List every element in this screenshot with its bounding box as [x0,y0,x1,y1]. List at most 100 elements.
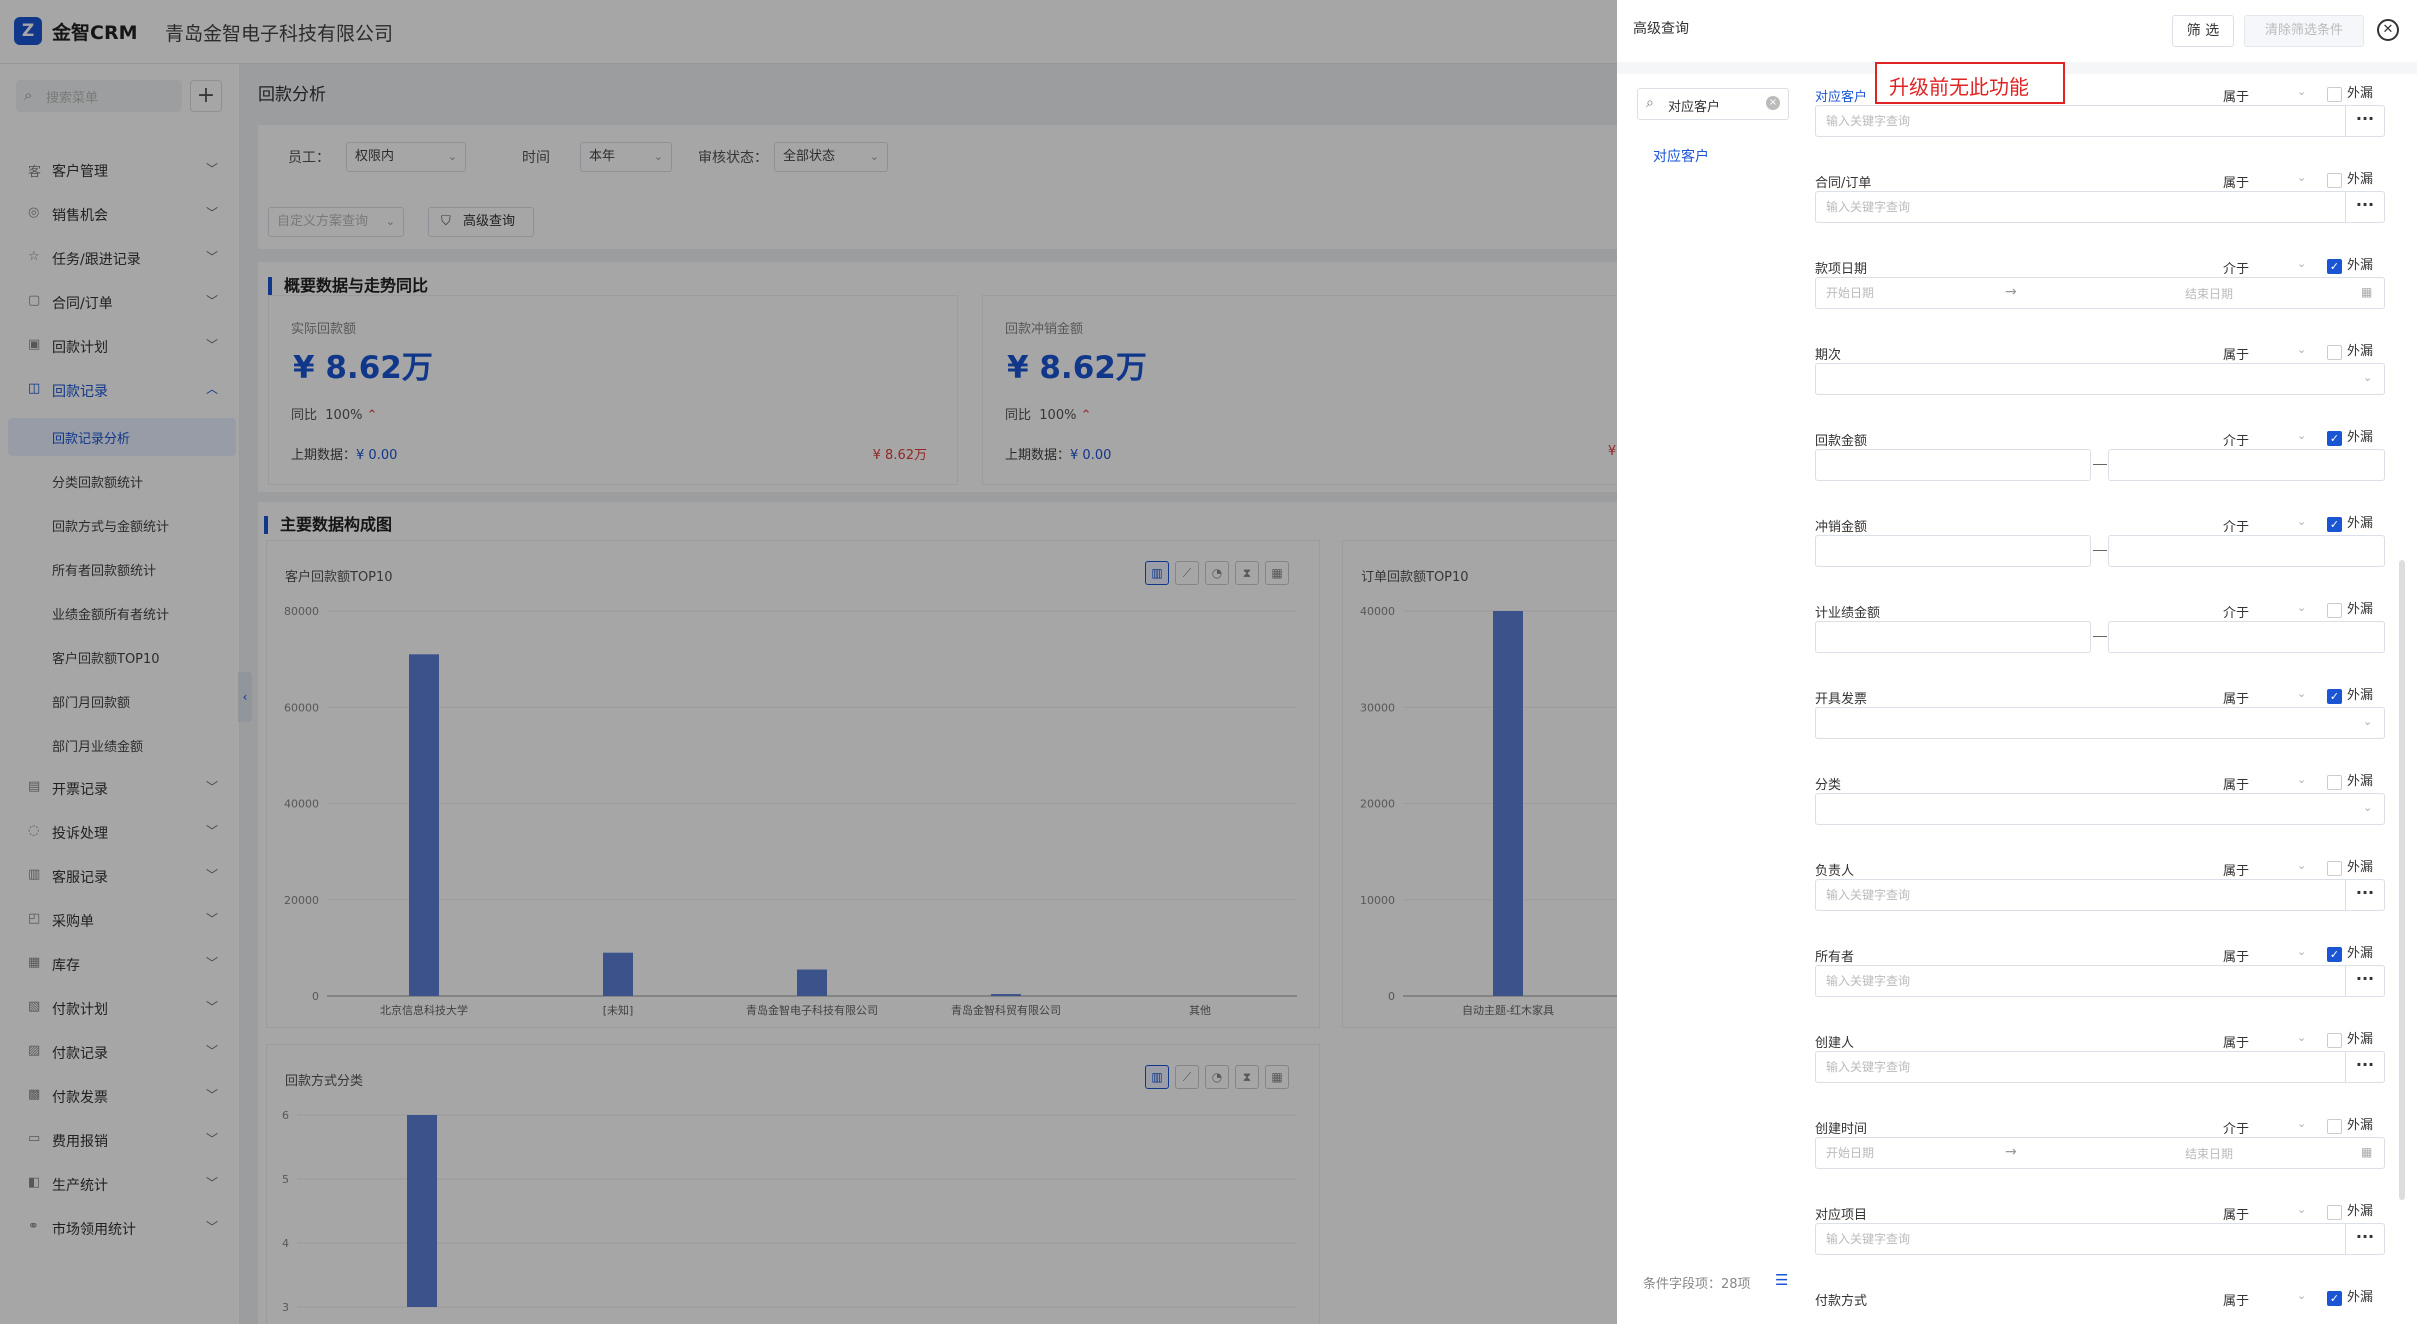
clear-icon[interactable]: × [1766,96,1780,110]
condition-operator[interactable]: 属于 [2223,1032,2249,1051]
condition-operator[interactable]: 属于 [2223,86,2249,105]
exclude-checkbox[interactable]: ✓ [2327,517,2342,532]
condition-operator[interactable]: 属于 [2223,344,2249,363]
exclude-checkbox[interactable] [2327,1033,2342,1048]
condition-row: 回款金额 介于 ⌄ ✓ 外漏 [1815,429,2385,516]
range-max-input[interactable] [2108,535,2385,567]
chevron-down-icon: ⌄ [2297,859,2307,872]
date-range-input[interactable]: 开始日期 [1815,277,2385,309]
condition-field-name: 合同/订单 [1815,176,1872,191]
condition-field-name: 对应项目 [1815,1208,1868,1223]
settings-icon[interactable]: ☰ [1775,1271,1788,1289]
keyword-input[interactable]: 输入关键字查询 [1815,105,2347,137]
more-icon[interactable]: ··· [2345,191,2385,223]
field-search-result[interactable]: 对应客户 [1653,146,1709,166]
start-date-placeholder: 开始日期 [1826,286,1875,300]
modal-overlay[interactable] [0,0,1617,1324]
more-icon[interactable]: ··· [2345,1051,2385,1083]
scrollbar[interactable] [2399,560,2405,1200]
select-input[interactable] [1815,707,2385,739]
condition-operator[interactable]: 属于 [2223,688,2249,707]
chevron-down-icon: ⌄ [2297,515,2307,528]
range-separator [2093,636,2107,637]
condition-row: 对应项目 属于 ⌄ 外漏 输入关键字查询 ··· [1815,1203,2385,1290]
range-max-input[interactable] [2108,449,2385,481]
range-separator [2093,550,2107,551]
more-icon[interactable]: ··· [2345,879,2385,911]
exclude-checkbox[interactable] [2327,87,2342,102]
condition-row: 分类 属于 ⌄ 外漏 ⌄ [1815,773,2385,860]
drawer-title: 高级查询 [1633,21,1689,37]
chevron-down-icon: ⌄ [2363,371,2373,384]
exclude-checkbox[interactable]: ✓ [2327,1291,2342,1306]
condition-field-name: 创建时间 [1815,1122,1868,1137]
range-max-input[interactable] [2108,621,2385,653]
select-input[interactable] [1815,793,2385,825]
keyword-input[interactable]: 输入关键字查询 [1815,879,2347,911]
exclude-label: 外漏 [2347,1032,2374,1047]
condition-operator[interactable]: 属于 [2223,946,2249,965]
condition-field-name: 对应客户 [1815,90,1868,105]
more-icon[interactable]: ··· [2345,965,2385,997]
exclude-checkbox[interactable] [2327,345,2342,360]
exclude-label: 外漏 [2347,516,2374,531]
field-search-input[interactable]: ⌕ 对应客户 × [1637,88,1789,120]
exclude-label: 外漏 [2347,602,2374,617]
condition-operator[interactable]: 属于 [2223,172,2249,191]
keyword-input[interactable]: 输入关键字查询 [1815,191,2347,223]
chevron-down-icon: ⌄ [2363,801,2373,814]
advanced-query-drawer: 高级查询 筛 选 清除筛选条件 ✕ ⌕ 对应客户 × 对应客户 条件字段项：28… [1617,0,2417,1324]
condition-operator[interactable]: 属于 [2223,860,2249,879]
annotation-callout: 升级前无此功能 [1875,62,2065,104]
more-icon[interactable]: ··· [2345,1223,2385,1255]
exclude-checkbox[interactable] [2327,1205,2342,1220]
field-search-value: 对应客户 [1668,100,1721,115]
keyword-placeholder: 输入关键字查询 [1826,888,1911,902]
exclude-checkbox[interactable] [2327,603,2342,618]
condition-operator[interactable]: 介于 [2223,1118,2249,1137]
filter-button[interactable]: 筛 选 [2172,15,2234,47]
exclude-checkbox[interactable] [2327,173,2342,188]
start-date-placeholder: 开始日期 [1826,1146,1875,1160]
keyword-input[interactable]: 输入关键字查询 [1815,1223,2347,1255]
arrow-right-icon: → [2005,284,2017,300]
condition-operator[interactable]: 介于 [2223,258,2249,277]
condition-row: 期次 属于 ⌄ 外漏 ⌄ [1815,343,2385,430]
exclude-checkbox[interactable]: ✓ [2327,259,2342,274]
exclude-label: 外漏 [2347,172,2374,187]
more-icon[interactable]: ··· [2345,105,2385,137]
condition-field-name: 分类 [1815,778,1842,793]
range-min-input[interactable] [1815,535,2091,567]
condition-row: 款项日期 介于 ⌄ ✓ 外漏 开始日期 → 结束日期 ▦ [1815,257,2385,344]
keyword-placeholder: 输入关键字查询 [1826,1060,1911,1074]
exclude-checkbox[interactable]: ✓ [2327,431,2342,446]
keyword-input[interactable]: 输入关键字查询 [1815,1051,2347,1083]
condition-operator[interactable]: 介于 [2223,516,2249,535]
range-min-input[interactable] [1815,449,2091,481]
chevron-down-icon: ⌄ [2297,257,2307,270]
select-input[interactable] [1815,363,2385,395]
exclude-checkbox[interactable] [2327,775,2342,790]
range-min-input[interactable] [1815,621,2091,653]
condition-operator[interactable]: 介于 [2223,602,2249,621]
close-icon[interactable]: ✕ [2377,19,2399,41]
exclude-checkbox[interactable]: ✓ [2327,947,2342,962]
condition-operator[interactable]: 属于 [2223,1204,2249,1223]
clear-filter-button[interactable]: 清除筛选条件 [2244,15,2364,47]
exclude-label: 外漏 [2347,946,2374,961]
annotation-text: 升级前无此功能 [1889,75,2029,99]
exclude-checkbox[interactable] [2327,1119,2342,1134]
condition-operator[interactable]: 介于 [2223,430,2249,449]
date-range-input[interactable]: 开始日期 [1815,1137,2385,1169]
exclude-label: 外漏 [2347,1290,2374,1305]
keyword-placeholder: 输入关键字查询 [1826,114,1911,128]
condition-operator[interactable]: 属于 [2223,1290,2249,1309]
exclude-checkbox[interactable] [2327,861,2342,876]
chevron-down-icon: ⌄ [2297,343,2307,356]
exclude-checkbox[interactable]: ✓ [2327,689,2342,704]
chevron-down-icon: ⌄ [2297,85,2307,98]
condition-row: 付款方式 属于 ⌄ ✓ 外漏 [1815,1289,2385,1324]
condition-operator[interactable]: 属于 [2223,774,2249,793]
condition-field-name: 款项日期 [1815,262,1868,277]
keyword-input[interactable]: 输入关键字查询 [1815,965,2347,997]
